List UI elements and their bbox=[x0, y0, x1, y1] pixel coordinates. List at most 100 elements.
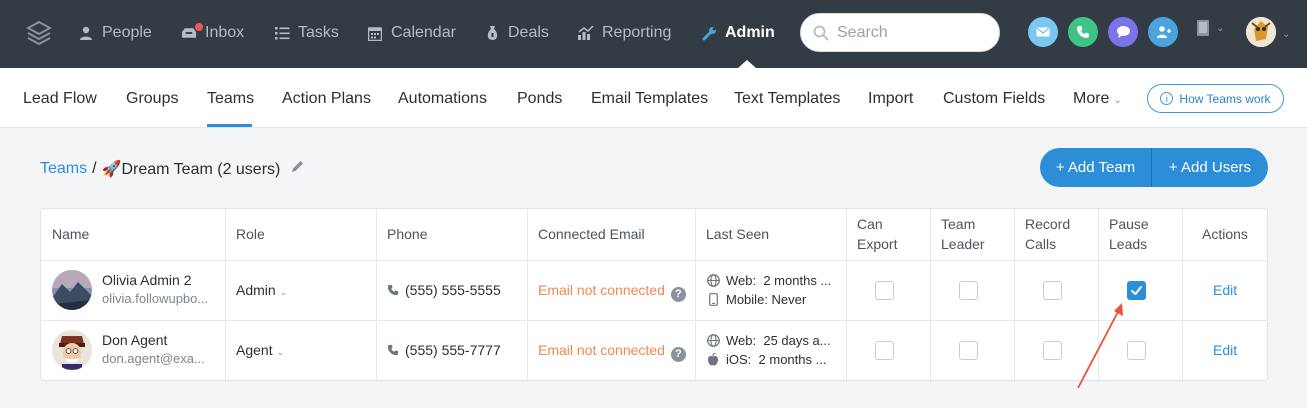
record-calls-checkbox[interactable] bbox=[1043, 281, 1062, 300]
tab-email-templates[interactable]: Email Templates bbox=[591, 90, 708, 108]
row-divider bbox=[41, 260, 1267, 261]
chevron-down-icon: ⌄ bbox=[1113, 95, 1122, 106]
chat-bubble-icon bbox=[1116, 26, 1130, 38]
header-record-calls-line2: Calls bbox=[1025, 236, 1057, 252]
wrench-icon bbox=[701, 25, 717, 41]
nav-label: Tasks bbox=[298, 24, 339, 41]
header-pause-leads-line1: Pause bbox=[1109, 216, 1149, 232]
nav-reporting[interactable]: Reporting bbox=[578, 22, 671, 44]
search-input[interactable] bbox=[837, 23, 987, 42]
phone-icon bbox=[387, 284, 399, 296]
nav-calendar[interactable]: Calendar bbox=[367, 22, 456, 44]
header-last-seen[interactable]: Last Seen bbox=[706, 224, 769, 244]
team-actions-group: + Add Team + Add Users bbox=[1040, 148, 1268, 187]
nav-label: Inbox bbox=[205, 24, 245, 41]
team-title: 🚀Dream Team (2 users) bbox=[101, 161, 281, 178]
search-box[interactable] bbox=[800, 13, 1000, 52]
nav-label: People bbox=[102, 24, 152, 41]
tab-action-plans[interactable]: Action Plans bbox=[282, 90, 371, 108]
help-icon[interactable]: ? bbox=[670, 286, 686, 302]
tab-teams[interactable]: Teams bbox=[207, 90, 254, 108]
nav-deals[interactable]: Deals bbox=[484, 22, 549, 44]
edit-link[interactable]: Edit bbox=[1213, 282, 1237, 298]
inbox-icon bbox=[181, 23, 203, 41]
header-role[interactable]: Role bbox=[236, 224, 265, 244]
chat-button[interactable] bbox=[1108, 17, 1138, 47]
role-select[interactable]: Admin ⌄ bbox=[236, 282, 287, 298]
last-seen-value: 2 months ... bbox=[758, 352, 827, 367]
member-name[interactable]: Don Agent bbox=[102, 332, 167, 348]
record-calls-checkbox[interactable] bbox=[1043, 341, 1062, 360]
add-contact-button[interactable] bbox=[1148, 17, 1178, 47]
team-leader-checkbox[interactable] bbox=[959, 281, 978, 300]
add-users-button[interactable]: + Add Users bbox=[1152, 148, 1268, 187]
envelope-icon bbox=[1036, 27, 1050, 37]
tab-automations[interactable]: Automations bbox=[398, 90, 487, 108]
last-seen-cell: Web: 25 days a... iOS: 2 months ... bbox=[706, 331, 831, 369]
last-seen-label: iOS: bbox=[726, 352, 752, 367]
edit-pencil-icon[interactable] bbox=[290, 159, 305, 179]
add-team-button[interactable]: + Add Team bbox=[1040, 148, 1152, 187]
team-leader-checkbox[interactable] bbox=[959, 341, 978, 360]
phone-cell[interactable]: (555) 555-5555 bbox=[387, 282, 501, 298]
header-pause-leads: Pause Leads bbox=[1109, 214, 1149, 254]
unread-badge-dot bbox=[195, 23, 203, 31]
user-avatar[interactable] bbox=[1246, 17, 1276, 47]
mobile-icon bbox=[706, 293, 720, 306]
tab-ponds[interactable]: Ponds bbox=[517, 90, 562, 108]
role-select[interactable]: Agent ⌄ bbox=[236, 342, 284, 358]
top-nav: People Inbox Tasks Calendar Deals Report… bbox=[0, 0, 1307, 68]
phone-cell[interactable]: (555) 555-7777 bbox=[387, 342, 501, 358]
header-name[interactable]: Name bbox=[52, 224, 89, 244]
last-seen-value: 2 months ... bbox=[763, 273, 832, 288]
tab-text-templates[interactable]: Text Templates bbox=[734, 90, 840, 108]
chevron-down-icon: ⌄ bbox=[1216, 22, 1225, 34]
last-seen-value: Never bbox=[771, 292, 807, 307]
can-export-checkbox[interactable] bbox=[875, 281, 894, 300]
tab-more[interactable]: More ⌄ bbox=[1073, 90, 1122, 108]
header-phone[interactable]: Phone bbox=[387, 224, 427, 244]
help-icon[interactable]: ? bbox=[670, 346, 686, 362]
header-team-leader-line1: Team bbox=[941, 216, 976, 232]
tab-lead-flow[interactable]: Lead Flow bbox=[23, 90, 97, 108]
tools-menu-button[interactable]: ⌄ bbox=[1196, 19, 1224, 37]
add-person-icon bbox=[1156, 26, 1171, 38]
tab-import[interactable]: Import bbox=[868, 90, 913, 108]
email-button[interactable] bbox=[1028, 17, 1058, 47]
breadcrumb-separator: / bbox=[92, 160, 97, 177]
tab-custom-fields[interactable]: Custom Fields bbox=[943, 90, 1045, 108]
phone-icon bbox=[1077, 26, 1089, 38]
nav-inbox[interactable]: Inbox bbox=[181, 22, 244, 44]
last-seen-cell: Web: 2 months ... Mobile: Never bbox=[706, 271, 831, 309]
last-seen-label: Mobile: bbox=[726, 292, 768, 307]
person-icon bbox=[78, 25, 94, 41]
header-connected-email[interactable]: Connected Email bbox=[538, 224, 645, 244]
checkmark-icon bbox=[1131, 286, 1142, 295]
tab-more-label: More bbox=[1073, 90, 1110, 107]
chart-icon bbox=[578, 25, 594, 41]
nav-people[interactable]: People bbox=[78, 22, 152, 44]
call-button[interactable] bbox=[1068, 17, 1098, 47]
nav-label: Reporting bbox=[602, 24, 672, 41]
can-export-checkbox[interactable] bbox=[875, 341, 894, 360]
member-name[interactable]: Olivia Admin 2 bbox=[102, 272, 191, 288]
header-team-leader-line2: Leader bbox=[941, 236, 985, 252]
money-bag-icon bbox=[484, 25, 500, 41]
nav-admin[interactable]: Admin bbox=[701, 22, 775, 44]
last-seen-label: Web: bbox=[726, 273, 757, 288]
tab-groups[interactable]: Groups bbox=[126, 90, 178, 108]
role-value: Agent bbox=[236, 342, 273, 358]
how-teams-work-button[interactable]: i How Teams work bbox=[1147, 84, 1284, 113]
role-value: Admin bbox=[236, 282, 276, 298]
edit-link[interactable]: Edit bbox=[1213, 342, 1237, 358]
logo-icon[interactable] bbox=[26, 20, 52, 46]
breadcrumb-teams-link[interactable]: Teams bbox=[40, 160, 87, 178]
header-actions: Actions bbox=[1202, 226, 1248, 242]
nav-tasks[interactable]: Tasks bbox=[274, 22, 339, 44]
search-icon bbox=[813, 25, 829, 40]
header-can-export-line1: Can bbox=[857, 216, 883, 232]
chevron-down-icon[interactable]: ⌄ bbox=[1282, 29, 1290, 40]
book-icon bbox=[1197, 20, 1209, 36]
connected-email-cell: Email not connected? bbox=[538, 342, 686, 362]
avatar bbox=[52, 330, 92, 370]
